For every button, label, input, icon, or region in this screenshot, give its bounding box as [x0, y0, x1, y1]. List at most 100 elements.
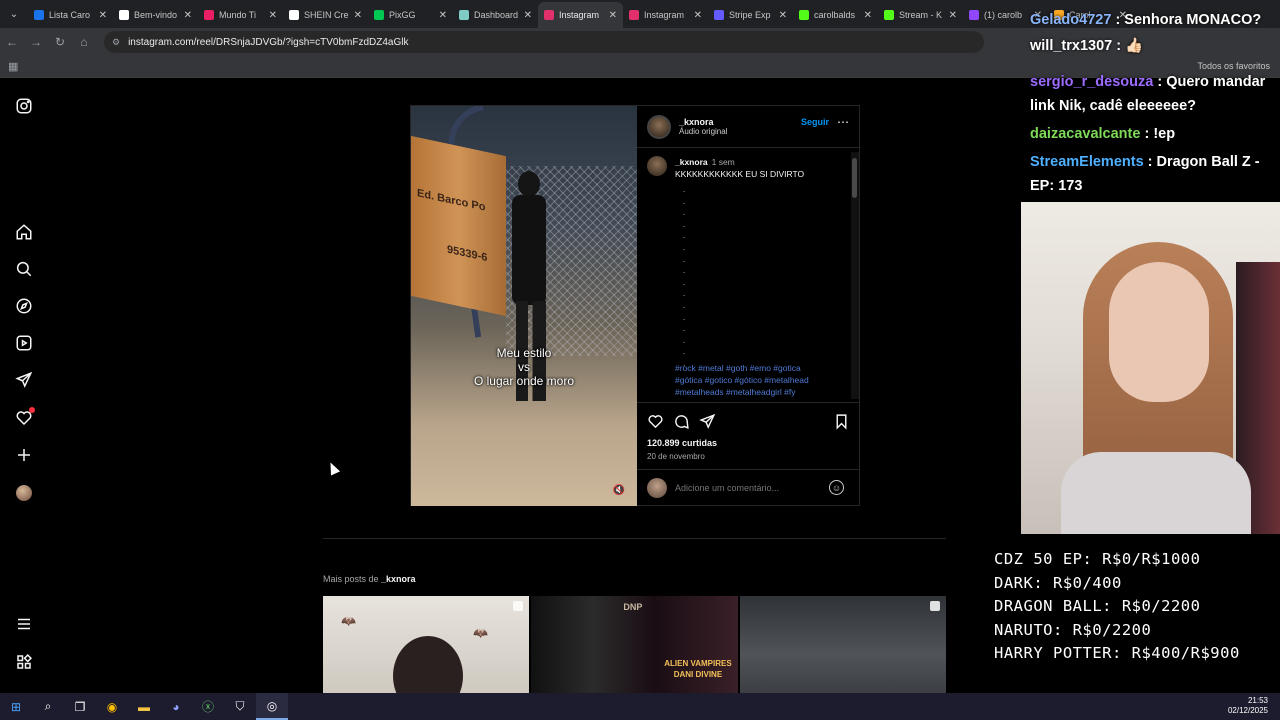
tab-close-icon[interactable]: ✕	[694, 10, 702, 21]
caption-scrollbar[interactable]	[851, 152, 859, 399]
start-windows-icon[interactable]: ⊞	[0, 693, 32, 720]
goal-line: NARUTO: R$0/2200	[994, 620, 1152, 639]
xbox-icon[interactable]: ⓧ	[192, 693, 224, 720]
file-explorer-icon[interactable]: ▬	[128, 693, 160, 720]
author-username[interactable]: _kxnora	[679, 117, 727, 127]
tab-close-icon[interactable]: ✕	[354, 10, 362, 21]
audio-label[interactable]: Áudio original	[679, 127, 727, 136]
forward-icon[interactable]: →	[24, 35, 48, 49]
post-thumbnail[interactable]	[739, 596, 946, 693]
caption-user-link[interactable]: _kxnora	[675, 157, 708, 167]
follow-button[interactable]: Seguir	[801, 117, 829, 127]
caption-time: 1 sem	[711, 157, 735, 167]
chat-text: : Senhora MONACO?	[1111, 12, 1262, 28]
tab-close-icon[interactable]: ✕	[864, 10, 872, 21]
system-clock[interactable]: 21:53 02/12/2025	[1228, 696, 1268, 716]
comment-box: ☺	[637, 469, 860, 507]
hashtag-line[interactable]: #rock #metal #goth #emo #gotica	[675, 363, 801, 373]
browser-tab[interactable]: Dashboard ✕	[453, 2, 538, 28]
search-nav-icon[interactable]	[14, 259, 34, 279]
obs-icon[interactable]: ◎	[256, 693, 288, 720]
overlay-line: Meu estilo	[496, 346, 552, 360]
site-info-icon[interactable]: ⚙	[112, 37, 120, 48]
chat-username: Gelado4727	[1030, 12, 1112, 28]
tab-close-icon[interactable]: ✕	[99, 10, 107, 21]
chrome-icon[interactable]: ◉	[96, 693, 128, 720]
more-options-icon[interactable]: ⋯	[837, 115, 849, 129]
chat-message: daizacavalcante : !ep	[1030, 122, 1275, 146]
more-posts-user[interactable]: _kxnora	[381, 574, 416, 584]
clock-date: 02/12/2025	[1227, 706, 1268, 715]
hashtag-line[interactable]: #metalheads #metalheadgirl #fy	[675, 387, 796, 397]
tab-close-icon[interactable]: ✕	[949, 10, 957, 21]
save-bookmark-icon[interactable]	[833, 413, 850, 435]
caption-text: KKKKKKKKKKKK EU SI DIVIRTO	[675, 169, 805, 179]
emoji-icon[interactable]: ☺	[829, 480, 844, 495]
browser-tab[interactable]: PixGG ✕	[368, 2, 453, 28]
task-view-icon[interactable]: ❐	[64, 693, 96, 720]
muted-icon[interactable]: 🔇	[611, 482, 627, 498]
tab-favicon-icon	[714, 10, 724, 20]
goal-line: DRAGON BALL: R$0/2200	[994, 597, 1201, 616]
notifications-heart-icon[interactable]	[14, 407, 35, 428]
more-menu-icon[interactable]	[14, 614, 34, 634]
back-icon[interactable]: ←	[0, 35, 24, 49]
reels-nav-icon[interactable]	[14, 333, 34, 353]
mouse-cursor	[325, 460, 341, 476]
tab-close-icon[interactable]: ✕	[779, 10, 787, 21]
profile-avatar[interactable]	[14, 483, 34, 503]
notification-dot	[29, 407, 35, 413]
hashtag-line[interactable]: #gótica #gotico #gótico #metalhead	[675, 375, 809, 385]
tab-close-icon[interactable]: ✕	[524, 10, 532, 21]
security-shield-icon[interactable]: ⛉	[224, 693, 256, 720]
browser-tab[interactable]: Mundo Ti ✕	[198, 2, 283, 28]
tab-close-icon[interactable]: ✕	[439, 10, 447, 21]
explore-nav-icon[interactable]	[14, 296, 34, 316]
discord-icon[interactable]: ◕	[160, 693, 192, 720]
instagram-logo-icon[interactable]	[14, 96, 34, 116]
browser-tab[interactable]: SHEIN Cre ✕	[283, 2, 368, 28]
chat-message: Gelado4727 : Senhora MONACO?	[1030, 8, 1275, 32]
apps-grid-icon[interactable]: ▦	[8, 60, 18, 73]
browser-tab[interactable]: Instagram ✕	[538, 2, 623, 28]
chat-username: sergio_r_desouza	[1030, 74, 1154, 90]
browser-tab[interactable]: Lista Caro ✕	[28, 2, 113, 28]
comment-bubble-icon[interactable]	[673, 413, 690, 435]
messages-nav-icon[interactable]	[14, 370, 34, 390]
also-from-meta-icon[interactable]	[14, 652, 34, 672]
overlay-line: vs	[518, 360, 530, 374]
browser-tab[interactable]: Stream - K ✕	[878, 2, 963, 28]
comment-input[interactable]	[675, 480, 820, 496]
caption-avatar[interactable]	[647, 156, 667, 176]
carousel-icon	[513, 601, 524, 611]
tab-close-icon[interactable]: ✕	[609, 10, 617, 21]
tab-close-icon[interactable]: ✕	[269, 10, 277, 21]
reload-icon[interactable]: ↻	[48, 35, 72, 49]
reel-video[interactable]: Ed. Barco Po 95339-6 Meu estilo vs O lug…	[411, 106, 637, 506]
tab-title: Bem-vindo	[134, 10, 178, 20]
browser-tab[interactable]: Stripe Exp ✕	[708, 2, 793, 28]
browser-tab[interactable]: Bem-vindo ✕	[113, 2, 198, 28]
home-nav-icon[interactable]	[14, 222, 34, 242]
post-thumbnail[interactable]: DNP ALIEN VAMPIRES DANI DIVINE	[531, 596, 738, 693]
post-thumbnail[interactable]: 🦇 🦇	[323, 596, 530, 693]
like-heart-icon[interactable]	[647, 413, 664, 435]
browser-tab[interactable]: Instagram ✕	[623, 2, 708, 28]
create-plus-icon[interactable]	[14, 445, 34, 465]
home-icon[interactable]: ⌂	[72, 35, 96, 49]
reel-overlay-text: Meu estilo vs O lugar onde moro	[411, 346, 637, 388]
tab-favicon-icon	[884, 10, 894, 20]
url-text: instagram.com/reel/DRSnjaJDVGb/?igsh=cTV…	[128, 36, 409, 48]
post-header: _kxnora Áudio original Seguir ⋯	[637, 106, 860, 148]
tab-search-icon[interactable]: ⌄	[0, 0, 28, 28]
tab-close-icon[interactable]: ✕	[184, 10, 192, 21]
likes-count[interactable]: 120.899 curtidas	[647, 438, 717, 448]
browser-tab[interactable]: carolbalds ✕	[793, 2, 878, 28]
author-avatar[interactable]	[647, 114, 671, 139]
tab-favicon-icon	[34, 10, 44, 20]
search-icon[interactable]: ⌕	[32, 693, 64, 720]
more-posts-prefix: Mais posts de	[323, 574, 382, 584]
url-field[interactable]: ⚙ instagram.com/reel/DRSnjaJDVGb/?igsh=c…	[104, 31, 984, 53]
tab-title: Lista Caro	[49, 10, 91, 20]
share-send-icon[interactable]	[699, 413, 716, 435]
